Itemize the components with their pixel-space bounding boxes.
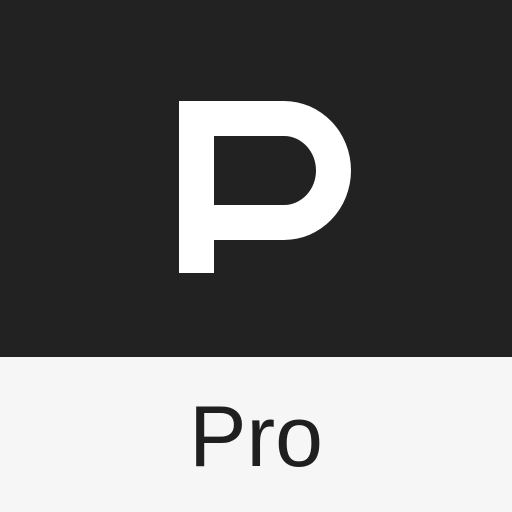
- logo-panel: [0, 0, 512, 357]
- label-panel: Pro: [0, 357, 512, 512]
- letter-p-logo-icon: [179, 101, 351, 273]
- app-icon[interactable]: Pro: [0, 0, 512, 512]
- edition-label: Pro: [189, 388, 323, 485]
